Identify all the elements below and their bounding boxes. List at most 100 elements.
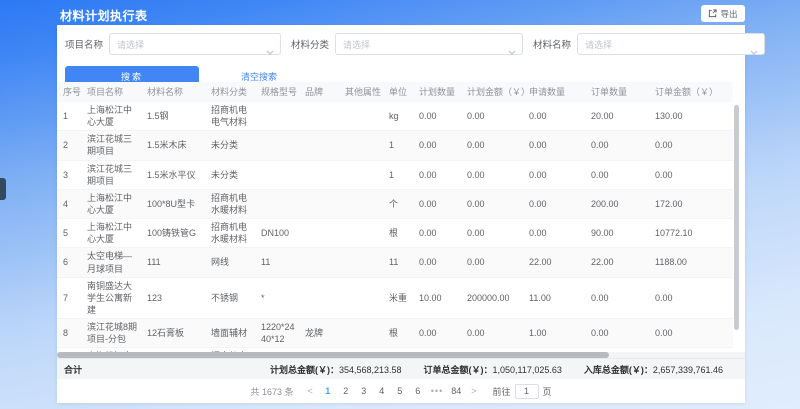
- chevron-down-icon: [508, 42, 516, 60]
- column-header: 品牌: [301, 82, 341, 102]
- table-cell: 招商机电 电气材料: [207, 102, 257, 131]
- column-header: 项目名称: [83, 82, 143, 102]
- table-cell: [341, 131, 385, 160]
- pagination-page-84[interactable]: 84: [449, 384, 463, 398]
- column-header: 单位: [385, 82, 415, 102]
- table-cell: 1.5钢: [143, 102, 207, 131]
- table-cell: 个: [385, 189, 415, 218]
- table-row[interactable]: 7南铜盛达大学生公寓新建123不锈钢*米重10.00200000.0011.00…: [57, 277, 733, 318]
- column-header: 材料名称: [143, 82, 207, 102]
- table-cell: 不锈钢: [207, 277, 257, 318]
- table-cell: 未分类: [207, 160, 257, 189]
- table-cell: 111: [143, 248, 207, 277]
- table-cell: 太空电梯—月球项目: [83, 248, 143, 277]
- export-button[interactable]: 导出: [701, 5, 745, 22]
- table-row[interactable]: 1上海松江中心大厦1.5钢招商机电 电气材料kg0.000.000.0020.0…: [57, 102, 733, 131]
- table-cell: 0.00: [463, 131, 525, 160]
- table-cell: 11.00: [525, 277, 587, 318]
- table-cell: 根: [385, 319, 415, 348]
- table-cell: 0.00: [651, 160, 733, 189]
- table-row[interactable]: 5上海松江中心大厦100铸铁管G招商机电 水暖材料DN100根0.000.000…: [57, 219, 733, 248]
- table-cell: 0.00: [415, 102, 463, 131]
- table-cell: 200000.00: [463, 277, 525, 318]
- table-cell: 1188.00: [651, 248, 733, 277]
- table-cell: kg: [385, 102, 415, 131]
- table-cell: 龙牌: [301, 319, 341, 348]
- table-cell: 200.00: [587, 189, 651, 218]
- table-cell: 0.00: [525, 189, 587, 218]
- table-cell: 网线: [207, 248, 257, 277]
- table-cell: 100铸铁管G: [143, 219, 207, 248]
- summary-row: 合计 计划总金额(￥)：354,568,213.58订单总金额(￥)：1,050…: [57, 358, 745, 379]
- pagination-page-1[interactable]: 1: [321, 384, 335, 398]
- table-cell: 滨江花城8期项目-分包: [83, 319, 143, 348]
- category-select[interactable]: 请选择: [335, 33, 523, 55]
- column-header: 订单数量: [587, 82, 651, 102]
- vertical-scrollbar[interactable]: [734, 105, 739, 330]
- pagination-page-4[interactable]: 4: [375, 384, 389, 398]
- table-cell: [341, 102, 385, 131]
- summary-total: 计划总金额(￥)：354,568,213.58: [270, 363, 402, 376]
- table-cell: [301, 160, 341, 189]
- table-cell: 南铜盛达大学生公寓新建: [83, 277, 143, 318]
- table-cell: 0.00: [463, 189, 525, 218]
- table-cell: 0.00: [415, 219, 463, 248]
- material-filter-label: 材料名称: [533, 37, 571, 51]
- pagination-page-2[interactable]: 2: [339, 384, 353, 398]
- column-header: 规格型号: [257, 82, 301, 102]
- table-cell: 1: [385, 131, 415, 160]
- table-row[interactable]: 4上海松江中心大厦100*8U型卡招商机电 水暖材料个0.000.000.002…: [57, 189, 733, 218]
- table-cell: 上海松江中心大厦: [83, 189, 143, 218]
- material-select-placeholder: 请选择: [585, 38, 612, 51]
- pagination-page-6[interactable]: 6: [411, 384, 425, 398]
- table-cell: 5: [57, 219, 83, 248]
- table-cell: 0.00: [651, 131, 733, 160]
- goto-suffix: 页: [543, 385, 552, 398]
- table-cell: 米重: [385, 277, 415, 318]
- material-select[interactable]: 请选择: [577, 33, 765, 55]
- table-row[interactable]: 3滨江花城三期项目1.5米水平仪未分类10.000.000.000.000.00: [57, 160, 733, 189]
- table-cell: *: [257, 277, 301, 318]
- table-cell: [301, 219, 341, 248]
- summary-total: 订单总金额(￥)：1,050,117,025.63: [424, 363, 562, 376]
- table-cell: 0.00: [415, 189, 463, 218]
- category-filter-label: 材料分类: [291, 37, 329, 51]
- pagination-pages: 123456•••84: [321, 384, 463, 398]
- pagination: 共 1673 条 < 123456•••84 > 前往 页: [57, 382, 745, 400]
- column-header: 材料分类: [207, 82, 257, 102]
- table-cell: 招商机电 水暖材料: [207, 219, 257, 248]
- table-cell: [301, 277, 341, 318]
- pagination-page-5[interactable]: 5: [393, 384, 407, 398]
- table-cell: 1: [57, 102, 83, 131]
- table-cell: 招商机电 水暖材料: [207, 189, 257, 218]
- table-row[interactable]: 8滨江花城8期项目-分包12石膏板墙面辅材1220*2440*12龙牌根0.00…: [57, 319, 733, 348]
- pagination-page-3[interactable]: 3: [357, 384, 371, 398]
- table-cell: 7: [57, 277, 83, 318]
- table-row[interactable]: 2滨江花城三期项目1.5米木床未分类10.000.000.000.000.00: [57, 131, 733, 160]
- goto-page-input[interactable]: [515, 384, 539, 399]
- table-cell: 0.00: [525, 219, 587, 248]
- table-cell: 1220*2440*12: [257, 319, 301, 348]
- table-cell: 未分类: [207, 131, 257, 160]
- table-cell: [257, 160, 301, 189]
- pagination-next-button[interactable]: >: [467, 386, 480, 396]
- table-cell: 0.00: [463, 219, 525, 248]
- table-cell: 22.00: [587, 248, 651, 277]
- project-select[interactable]: 请选择: [109, 33, 281, 55]
- category-select-placeholder: 请选择: [343, 38, 370, 51]
- table-cell: 0.00: [587, 160, 651, 189]
- table-cell: 11: [257, 248, 301, 277]
- table-cell: 172.00: [651, 189, 733, 218]
- table-cell: DN100: [257, 219, 301, 248]
- pagination-prev-button[interactable]: <: [304, 386, 317, 396]
- table-cell: 0.00: [463, 248, 525, 277]
- data-table: 序号项目名称材料名称材料分类规格型号品牌其他属性单位计划数量计划金额（￥）申请数…: [57, 82, 745, 378]
- table-row[interactable]: 6太空电梯—月球项目111网线11110.000.0022.0022.00118…: [57, 248, 733, 277]
- table-cell: 滨江花城三期项目: [83, 131, 143, 160]
- table-cell: [341, 189, 385, 218]
- table-cell: 123: [143, 277, 207, 318]
- table-cell: 0.00: [415, 319, 463, 348]
- drawer-handle[interactable]: [0, 178, 6, 200]
- table-cell: 1.5米水平仪: [143, 160, 207, 189]
- project-select-placeholder: 请选择: [117, 38, 144, 51]
